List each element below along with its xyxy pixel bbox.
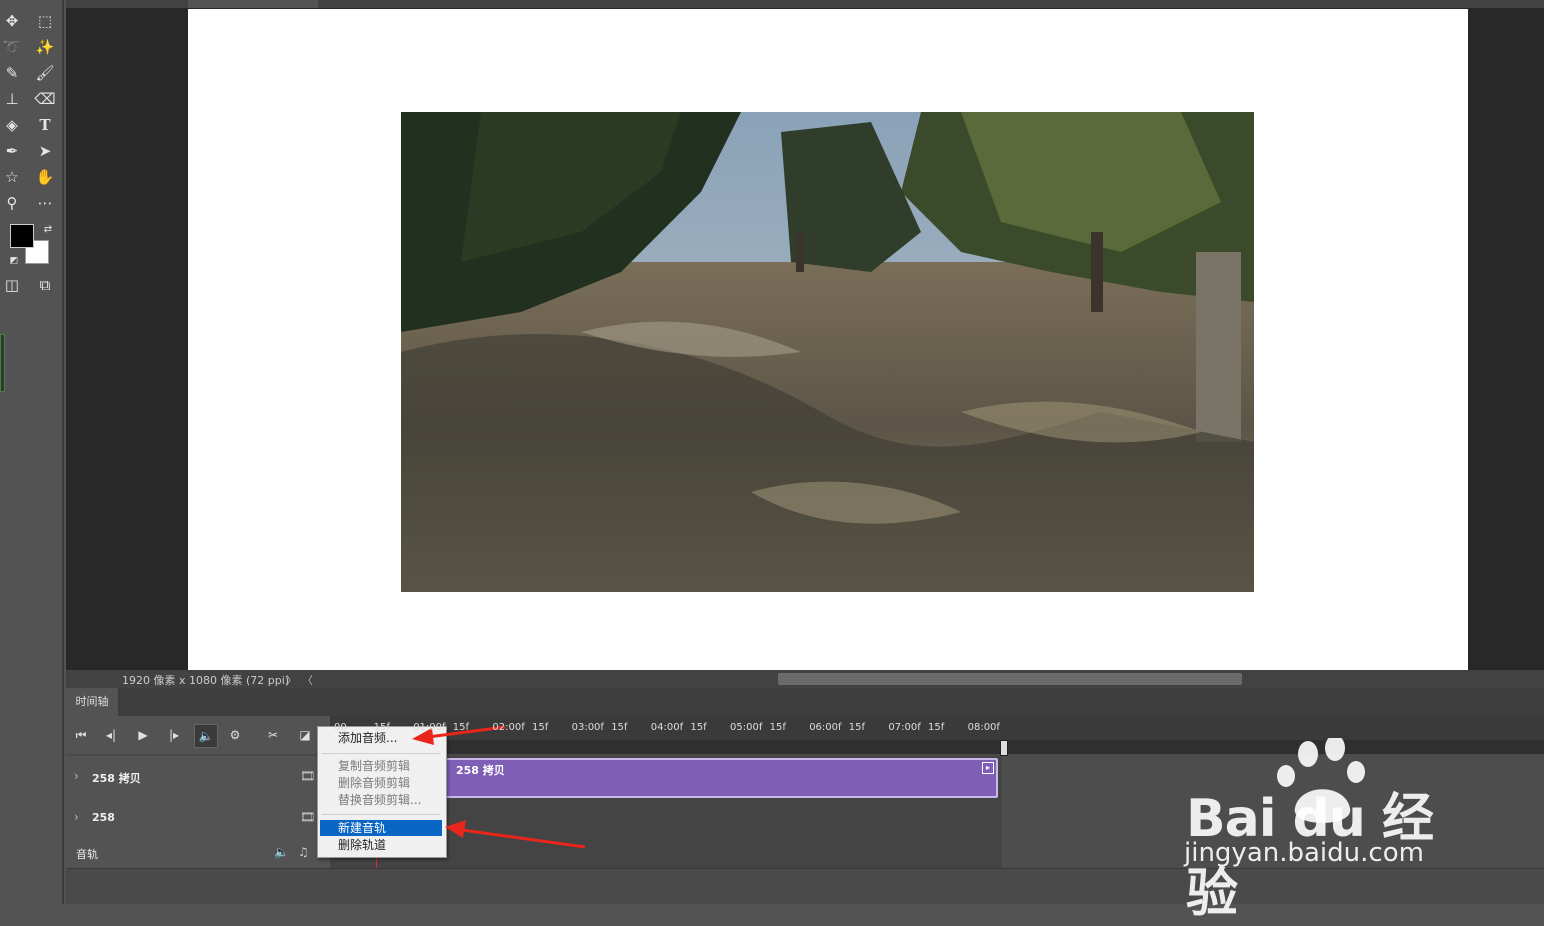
ruler-tick-label: 01:00f — [413, 722, 446, 733]
ruler-tick-label: 15f — [928, 722, 945, 733]
ruler-tick-label: 06:00f — [809, 722, 842, 733]
ruler-ticks: 00 15f 01:00f 15f 02:00f 15f 03:00f 15f 04:00f 15… — [334, 722, 1001, 733]
ruler-tick-label: 00 — [334, 722, 347, 733]
ruler-tick-label: 15f — [690, 722, 707, 733]
ruler-tick-label: 15f — [532, 722, 549, 733]
ruler-tick-label: 15f — [453, 722, 470, 733]
ruler-tick-label: 02:00f — [492, 722, 525, 733]
ruler-tick-label: 04:00f — [651, 722, 684, 733]
ruler-tick-label: 15f — [611, 722, 628, 733]
ruler-tick-label: 08:00f — [968, 722, 1001, 733]
ruler-tick-label: 07:00f — [888, 722, 921, 733]
ruler-tick-label: 15f — [849, 722, 866, 733]
ruler-tick-label: 03:00f — [572, 722, 605, 733]
ruler-tick-label: 15f — [770, 722, 787, 733]
annotation-arrow-bottom — [445, 820, 586, 849]
ruler-tick-label: 05:00f — [730, 722, 763, 733]
annotation-layer — [412, 725, 586, 849]
ruler-tick-label: 15f — [374, 722, 391, 733]
